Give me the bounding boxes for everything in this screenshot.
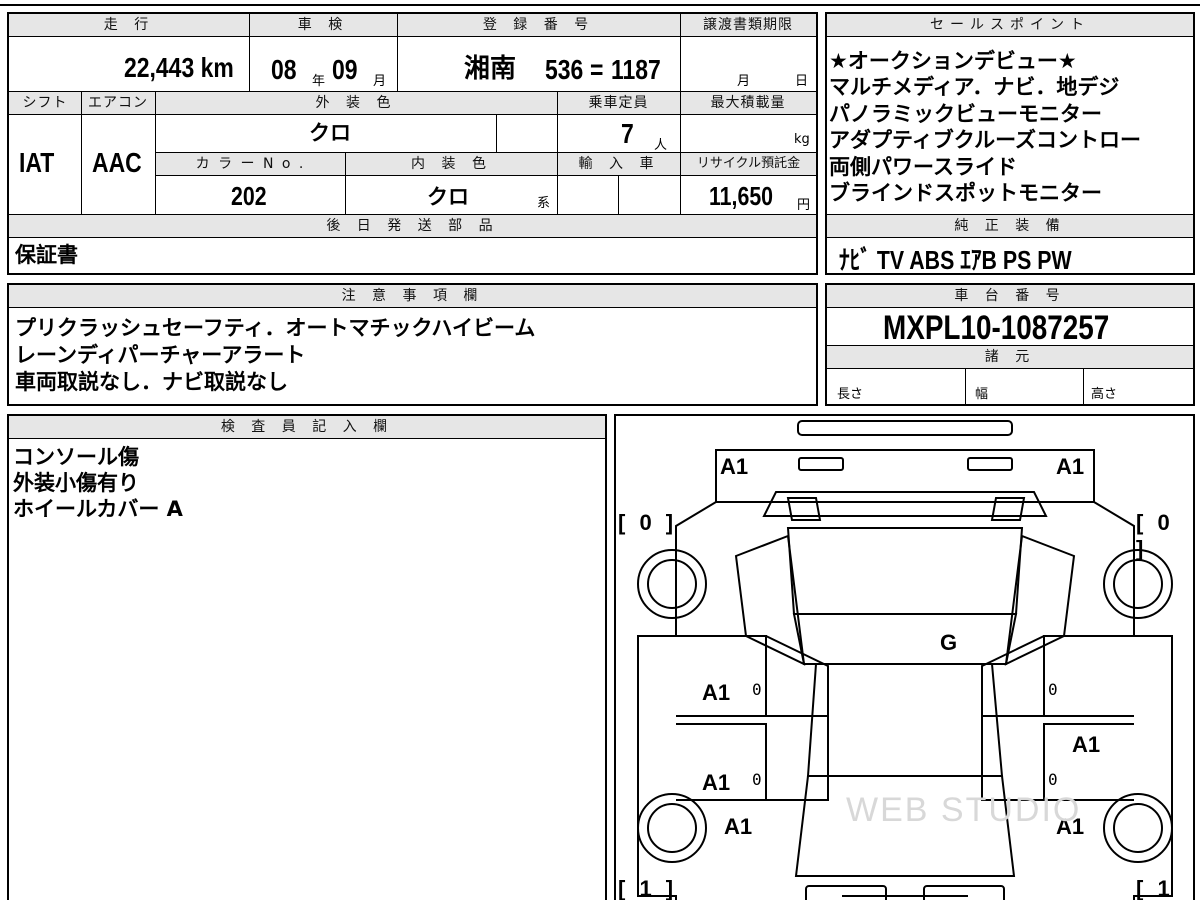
notes-line-3: 車両取説なし．ナビ取説なし [15,370,288,394]
load-unit: kg [794,132,810,147]
int-color-suffix: 系 [537,196,551,211]
inspector-line-3: ホイールカバー A [13,497,183,521]
sales-header: セールスポイント [827,14,1193,37]
inspector-line-2: 外装小傷有り [13,471,139,495]
shaken-header: 車 検 [249,14,397,37]
specs-height: 高さ [1091,387,1118,402]
damage-zero-2[interactable]: 0 [1048,680,1058,699]
specs-length: 長さ [837,387,864,402]
equipment-value: ﾅﾋﾞ TV ABS ｴｱB PS PW [839,245,1072,275]
mileage-header: 走 行 [9,14,249,37]
mileage-value: 22,443 km [124,52,234,83]
registration-header: 登 録 番 号 [397,14,680,37]
notes-line-1: プリクラッシュセーフティ．オートマチックハイビーム [15,316,536,340]
damage-left-door-front[interactable]: A1 [702,680,730,706]
int-color-header: 内 装 色 [346,153,557,176]
ext-color-value: クロ [309,121,351,145]
ac-value: AAC [92,147,142,178]
damage-bracket-br[interactable]: [ 1 ] [1136,876,1193,900]
vehicle-info-block: 走 行 車 検 登 録 番 号 譲渡書類期限 22,443 km 08 年 09… [7,12,818,275]
chassis-block: 車 台 番 号 MXPL10-1087257 諸 元 長さ 幅 高さ [825,283,1195,406]
damage-right-door-rear[interactable]: A1 [1072,732,1100,758]
registration-number: 536 [545,54,584,85]
transfer-month: 月 [737,74,751,89]
sales-point-2: マルチメディア．ナビ．地デジ [829,75,1120,99]
watermark: WEB STUDIO [846,791,1082,829]
damage-front-right[interactable]: A1 [1056,454,1084,480]
shaken-year-unit: 年 [312,74,326,89]
damage-glass[interactable]: G [940,630,957,656]
chassis-header: 車 台 番 号 [827,285,1193,308]
damage-bracket-bl[interactable]: [ 1 ] [618,876,677,900]
inspector-header: 検 査 員 記 入 欄 [9,416,605,439]
damage-front-left[interactable]: A1 [720,454,748,480]
shift-value: IAT [19,147,55,178]
notes-block: 注 意 事 項 欄 プリクラッシュセーフティ．オートマチックハイビーム レーンデ… [7,283,818,406]
damage-zero-4[interactable]: 0 [1048,770,1058,789]
notes-line-2: レーンディパーチャーアラート [15,343,306,367]
color-no-value: 202 [231,181,267,211]
inspector-line-1: コンソール傷 [13,445,139,469]
capacity-unit: 人 [654,138,668,153]
damage-left-wheel-rear[interactable]: A1 [724,814,752,840]
sales-point-1: ★オークションデビュー★ [829,49,1077,73]
shift-header: シフト [9,92,81,115]
import-header: 輸 入 車 [558,153,680,176]
damage-bracket-tl[interactable]: [ 0 ] [618,510,677,536]
ac-header: エアコン [81,92,155,115]
recycle-header: リサイクル預託金 [681,153,816,176]
sales-point-4: アダプティブクルーズコントロー [829,128,1142,152]
recycle-unit: 円 [797,198,811,213]
transfer-header: 譲渡書類期限 [680,14,816,37]
shaken-month-unit: 月 [373,74,387,89]
later-parts-header: 後 日 発 送 部 品 [9,215,816,238]
sales-point-3: パノラミックビューモニター [829,102,1102,126]
registration-region: 湘南 [464,54,517,84]
ext-color-header: 外 装 色 [155,92,557,115]
notes-header: 注 意 事 項 欄 [9,285,816,308]
shaken-month: 09 [332,54,358,85]
transfer-day: 日 [795,74,809,89]
shaken-year: 08 [271,54,297,85]
capacity-header: 乗車定員 [557,92,680,115]
registration-serial: 1187 [611,54,661,85]
damage-diagram: A1 A1 [ 0 ] [ 0 ] [ 1 ] [ 1 ] G A1 0 0 A… [614,414,1195,900]
registration-sep: = [590,54,604,85]
sales-point-5: 両側パワースライド [829,155,1017,179]
color-no-header: カ ラ ー N o . [156,153,345,176]
damage-left-door-rear[interactable]: A1 [702,770,730,796]
max-load-header: 最大積載量 [680,92,816,115]
damage-zero-3[interactable]: 0 [752,770,762,789]
capacity-value: 7 [621,118,634,149]
damage-zero-1[interactable]: 0 [752,680,762,699]
damage-bracket-tr[interactable]: [ 0 ] [1136,510,1193,562]
chassis-value: MXPL10-1087257 [883,309,1110,347]
later-parts-value: 保証書 [15,243,78,267]
equipment-header: 純 正 装 備 [827,215,1193,238]
sales-points-block: セールスポイント ★オークションデビュー★ マルチメディア．ナビ．地デジ パノラ… [825,12,1195,275]
int-color-value: クロ [427,185,469,209]
sales-point-6: ブラインドスポットモニター [829,181,1102,205]
top-edge-strip [0,0,1200,6]
specs-width: 幅 [975,387,989,402]
specs-header: 諸 元 [827,346,1193,369]
recycle-value: 11,650 [709,181,774,211]
inspector-block: 検 査 員 記 入 欄 コンソール傷 外装小傷有り ホイールカバー A [7,414,607,900]
